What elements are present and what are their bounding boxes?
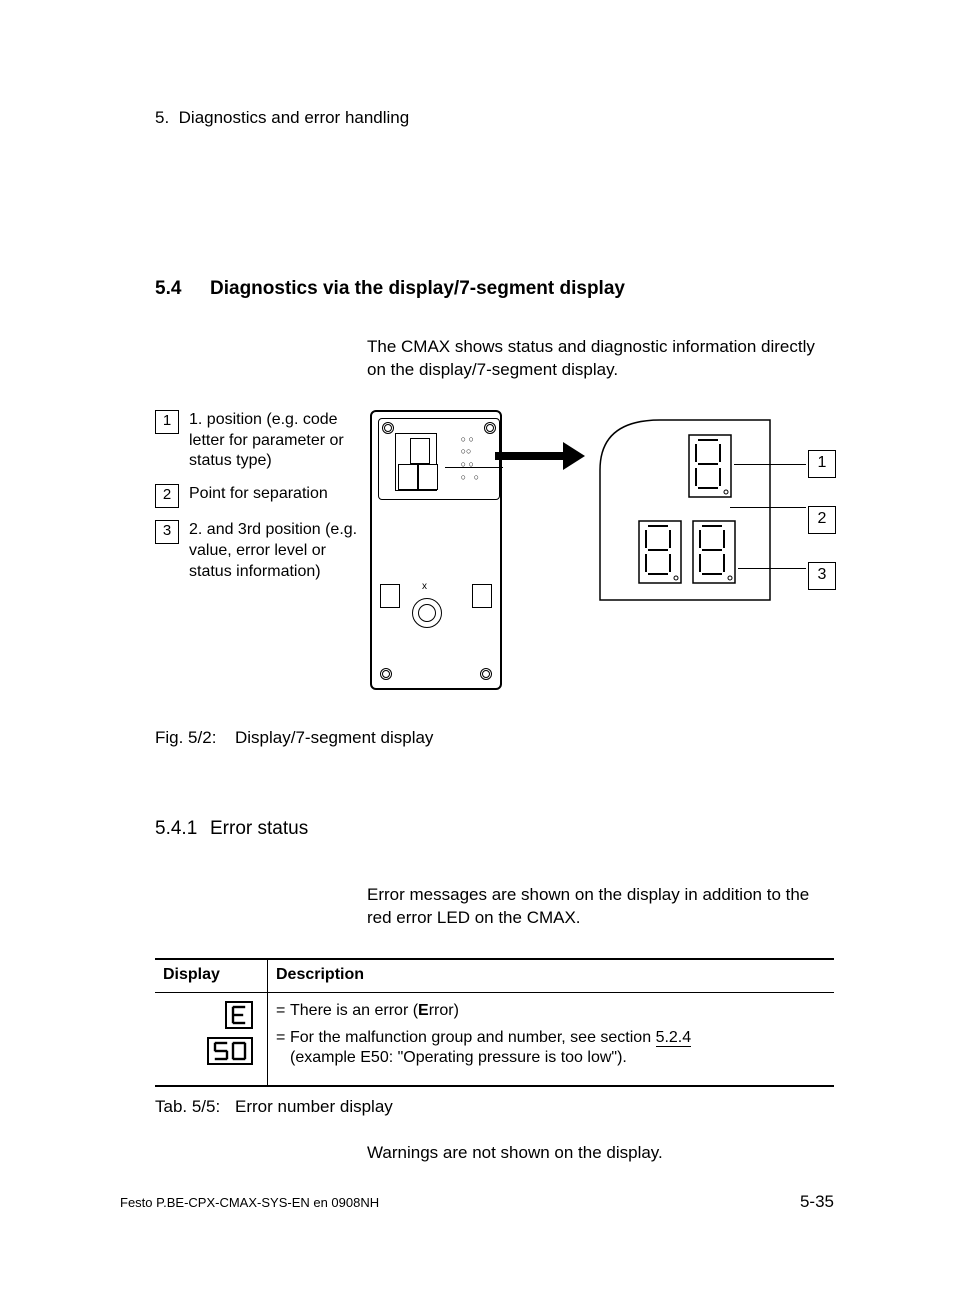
- desc-line-2: For the malfunction group and number, se…: [276, 1028, 824, 1070]
- subsection-lead: Error messages are shown on the display …: [367, 884, 834, 930]
- legend-text: Point for separation: [189, 484, 328, 508]
- zoom-panel: 1 2 3: [590, 410, 835, 610]
- legend-number-box: 1: [155, 410, 179, 434]
- table-header-description: Description: [268, 959, 835, 993]
- error-table: Display Description: [155, 958, 834, 1087]
- warning-note: Warnings are not shown on the display.: [367, 1143, 834, 1163]
- section-lead: The CMAX shows status and diagnostic inf…: [367, 336, 834, 382]
- section-number: 5.4: [155, 278, 210, 300]
- figure-5-2: 1 1. position (e.g. code letter for para…: [155, 410, 834, 710]
- figure-callout-2: 2: [808, 506, 836, 534]
- legend-item-2: 2 Point for separation: [155, 484, 360, 508]
- figure-callout-1: 1: [808, 450, 836, 478]
- legend-number-box: 3: [155, 520, 179, 544]
- page-number: 5-35: [800, 1192, 834, 1212]
- seven-segment-pos1: [688, 434, 732, 498]
- section-link[interactable]: 5.2.4: [656, 1029, 692, 1047]
- subsection-title: Error status: [210, 818, 308, 839]
- section-title: Diagnostics via the display/7-segment di…: [210, 278, 625, 299]
- legend-item-3: 3 2. and 3rd position (e.g. value, error…: [155, 520, 360, 582]
- running-header: 5. Diagnostics and error handling: [155, 108, 834, 128]
- table-caption: Tab. 5/5:Error number display: [155, 1097, 834, 1117]
- chapter-number: 5.: [155, 108, 169, 127]
- device-illustration: ○ ○○○○ ○○ ○ x: [370, 410, 502, 690]
- display-code-top: [225, 1001, 253, 1029]
- subsection-heading: 5.4.1Error status: [155, 818, 834, 840]
- page-footer: Festo P.BE-CPX-CMAX-SYS-EN en 0908NH 5-3…: [120, 1192, 834, 1212]
- figure-callout-3: 3: [808, 562, 836, 590]
- legend-item-1: 1 1. position (e.g. code letter for para…: [155, 410, 360, 472]
- figure-caption: Fig. 5/2:Display/7-segment display: [155, 728, 834, 748]
- doc-id: Festo P.BE-CPX-CMAX-SYS-EN en 0908NH: [120, 1195, 379, 1210]
- table-caption-label: Tab. 5/5:: [155, 1097, 235, 1117]
- display-cell: [155, 992, 268, 1086]
- subsection-number: 5.4.1: [155, 818, 210, 840]
- legend-text: 1. position (e.g. code letter for parame…: [189, 410, 360, 472]
- figure-caption-label: Fig. 5/2:: [155, 728, 235, 748]
- table-caption-text: Error number display: [235, 1097, 393, 1116]
- table-row: There is an error (Error) For the malfun…: [155, 992, 834, 1086]
- figure-caption-text: Display/7-segment display: [235, 728, 433, 747]
- table-header-display: Display: [155, 959, 268, 993]
- display-code-bottom: [207, 1037, 253, 1065]
- legend-text: 2. and 3rd position (e.g. value, error l…: [189, 520, 360, 582]
- seven-segment-pos2: [638, 520, 682, 584]
- figure-legend: 1 1. position (e.g. code letter for para…: [155, 410, 360, 595]
- section-heading: 5.4Diagnostics via the display/7-segment…: [155, 278, 834, 300]
- zoom-arrow-icon: [495, 448, 585, 464]
- legend-number-box: 2: [155, 484, 179, 508]
- chapter-title: Diagnostics and error handling: [179, 108, 410, 127]
- seven-segment-pos3: [692, 520, 736, 584]
- description-cell: There is an error (Error) For the malfun…: [268, 992, 835, 1086]
- desc-line-1: There is an error (Error): [276, 1001, 824, 1022]
